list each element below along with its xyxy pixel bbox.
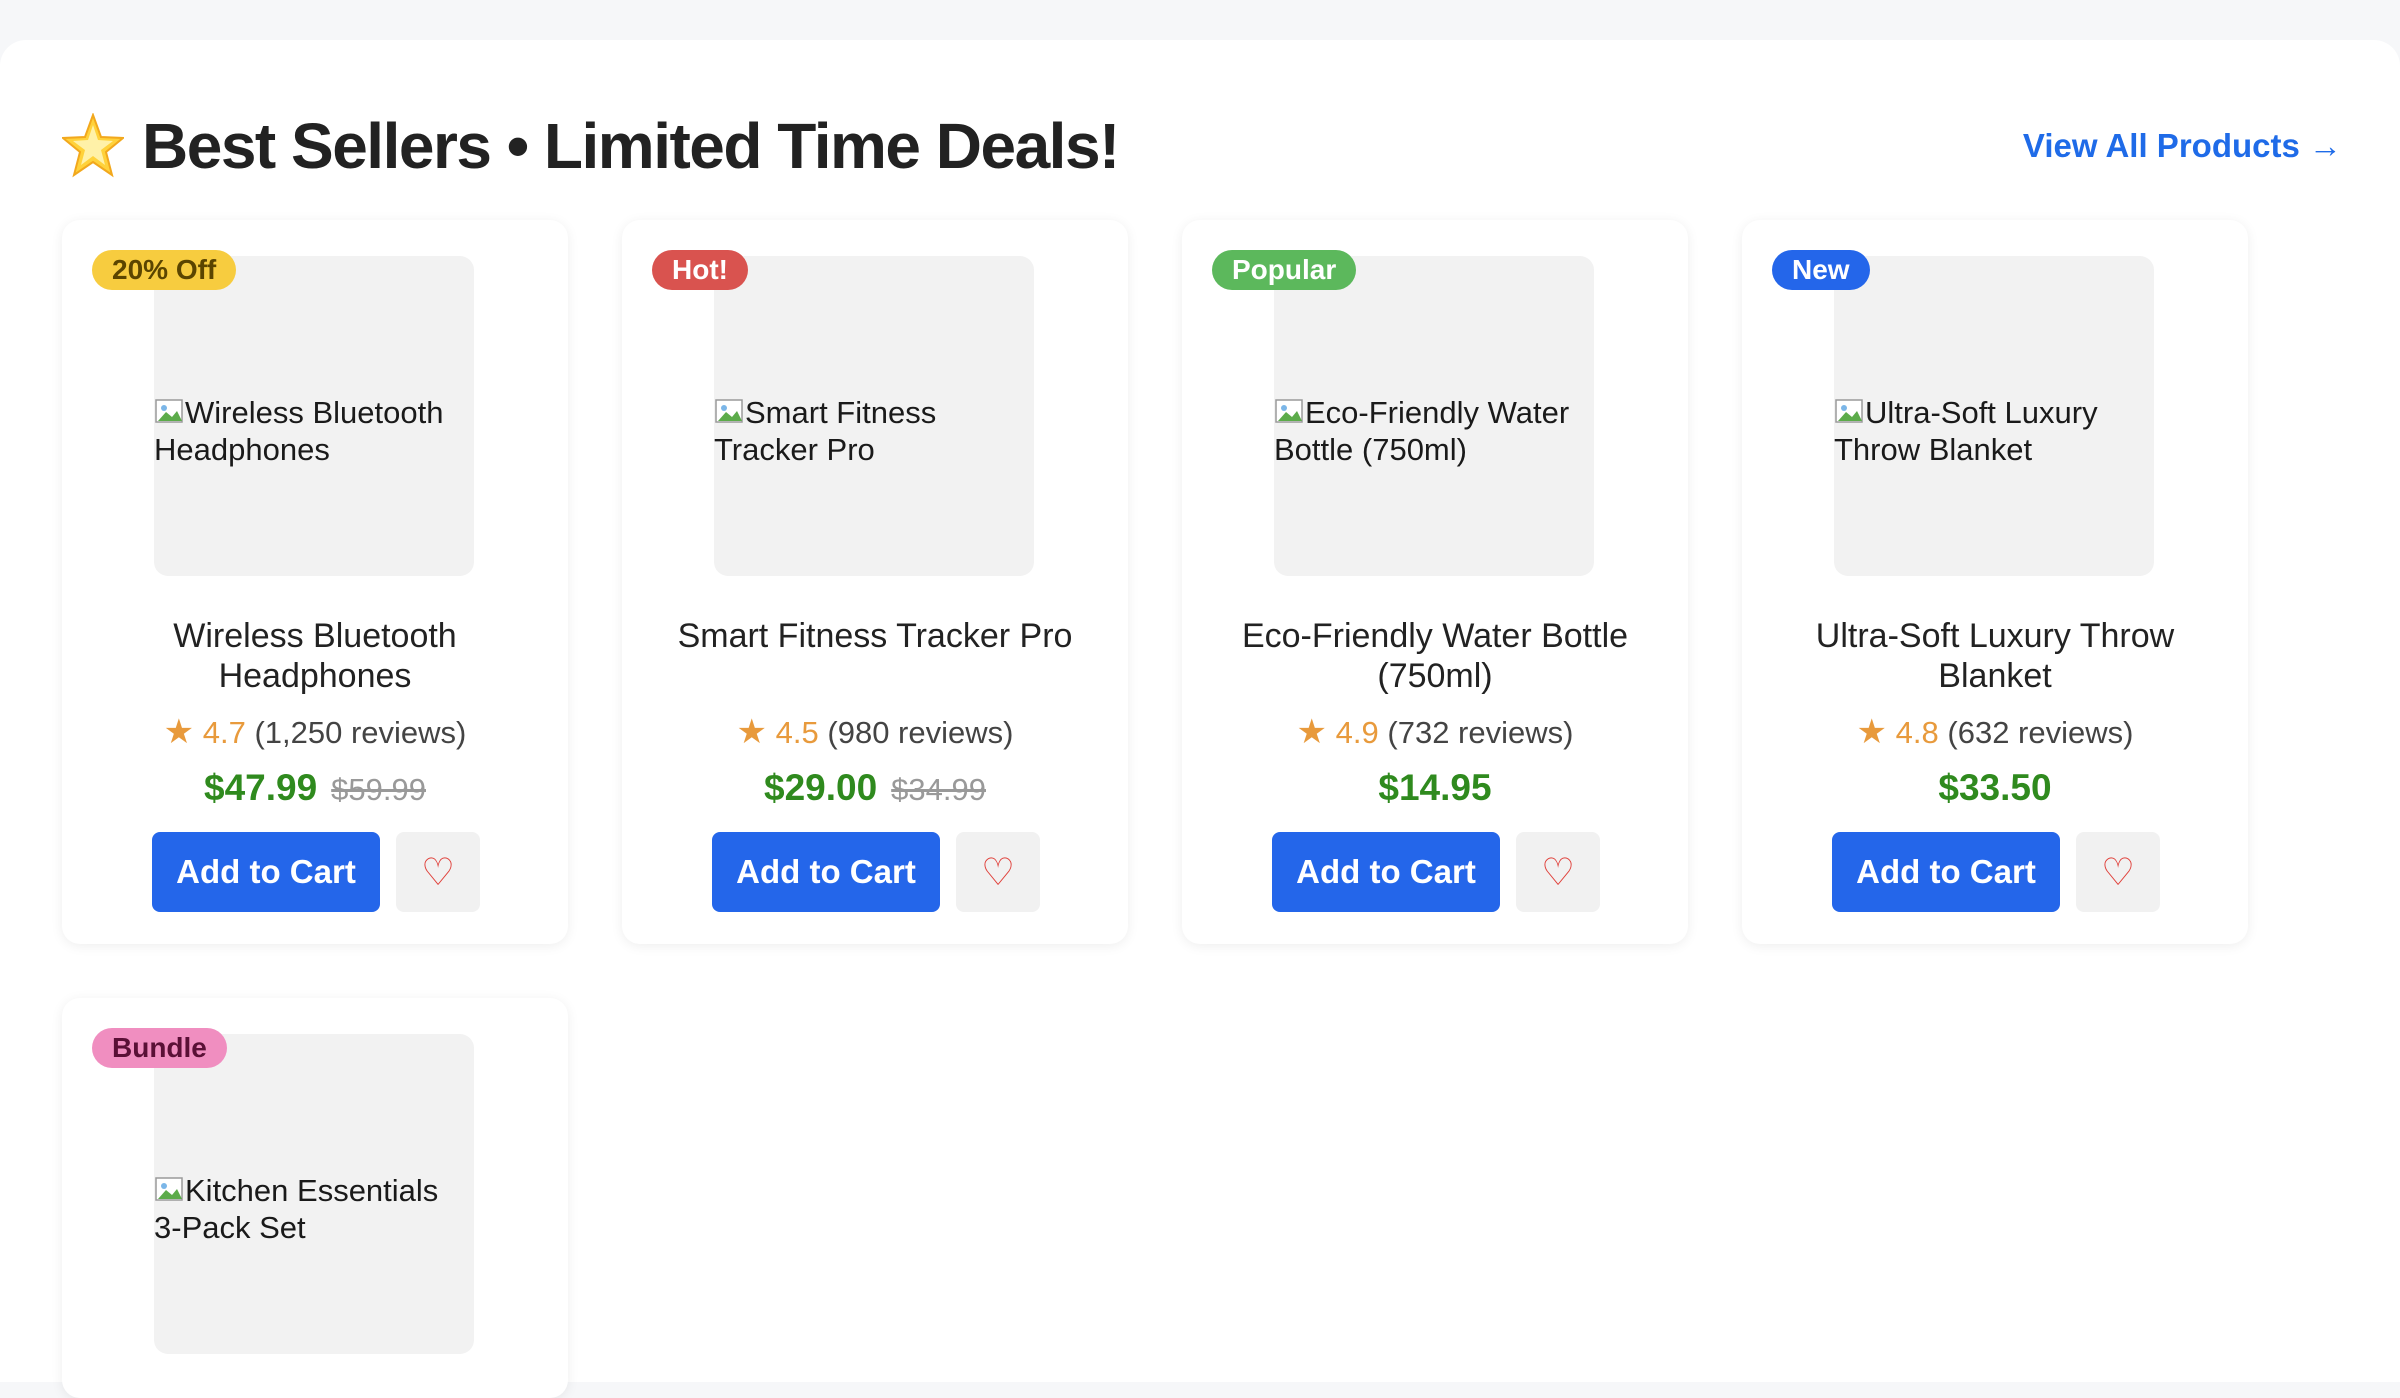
- product-image[interactable]: Smart Fitness Tracker Pro: [714, 256, 1034, 576]
- wishlist-heart-icon[interactable]: ♡: [956, 832, 1040, 912]
- product-image[interactable]: Ultra-Soft Luxury Throw Blanket: [1834, 256, 2154, 576]
- review-count: (980 reviews): [827, 715, 1014, 750]
- image-alt-text: Kitchen Essentials 3-Pack Set: [154, 1173, 439, 1245]
- add-to-cart-button[interactable]: Add to Cart: [1272, 832, 1500, 912]
- broken-image-icon: [1275, 399, 1303, 423]
- current-price: $47.99: [204, 767, 318, 808]
- popular-badge: Popular: [1212, 250, 1357, 290]
- broken-image-icon: [155, 399, 183, 423]
- image-alt-text-wrap: Kitchen Essentials 3-Pack Set: [154, 1172, 474, 1246]
- product-name[interactable]: Ultra-Soft Luxury Throw Blanket: [1762, 616, 2228, 696]
- section-title-wrap: Best Sellers • Limited Time Deals!: [62, 100, 1120, 192]
- image-alt-text-wrap: Wireless Bluetooth Headphones: [154, 394, 474, 468]
- star-icon: ★: [1296, 713, 1328, 751]
- product-rating: ★ 4.5 (980 reviews): [622, 712, 1128, 753]
- price-row: $33.50: [1742, 764, 2248, 820]
- review-count: (1,250 reviews): [254, 715, 467, 750]
- original-price: $59.99: [331, 772, 426, 807]
- product-name[interactable]: Eco-Friendly Water Bottle (750ml): [1202, 616, 1668, 696]
- product-name[interactable]: Wireless Bluetooth Headphones: [82, 616, 548, 696]
- current-price: $29.00: [764, 767, 878, 808]
- product-rating: ★ 4.8 (632 reviews): [1742, 712, 2248, 753]
- wishlist-heart-icon[interactable]: ♡: [396, 832, 480, 912]
- add-to-cart-button[interactable]: Add to Cart: [152, 832, 380, 912]
- image-alt-text: Ultra-Soft Luxury Throw Blanket: [1834, 395, 2098, 467]
- image-alt-text: Smart Fitness Tracker Pro: [714, 395, 937, 467]
- image-alt-text-wrap: Smart Fitness Tracker Pro: [714, 394, 1034, 468]
- section-header: Best Sellers • Limited Time Deals! View …: [62, 100, 2342, 192]
- add-to-cart-button[interactable]: Add to Cart: [1832, 832, 2060, 912]
- product-image[interactable]: Wireless Bluetooth Headphones: [154, 256, 474, 576]
- image-alt-text-wrap: Eco-Friendly Water Bottle (750ml): [1274, 394, 1594, 468]
- rating-score: 4.5: [775, 715, 819, 750]
- broken-image-icon: [1835, 399, 1863, 423]
- star-icon: ★: [1856, 713, 1888, 751]
- review-count: (632 reviews): [1947, 715, 2134, 750]
- product-image[interactable]: Eco-Friendly Water Bottle (750ml): [1274, 256, 1594, 576]
- image-alt-text: Eco-Friendly Water Bottle (750ml): [1274, 395, 1570, 467]
- product-rating: ★ 4.9 (732 reviews): [1182, 712, 1688, 753]
- product-card[interactable]: Eco-Friendly Water Bottle (750ml) Popula…: [1182, 220, 1688, 944]
- broken-image-icon: [715, 399, 743, 423]
- price-row: $29.00 $34.99: [622, 764, 1128, 820]
- new-badge: New: [1772, 250, 1870, 290]
- star-icon: ★: [163, 713, 195, 751]
- page-title: Best Sellers • Limited Time Deals!: [142, 110, 1120, 182]
- broken-image-icon: [155, 1177, 183, 1201]
- product-card[interactable]: Wireless Bluetooth Headphones 20% Off Wi…: [62, 220, 568, 944]
- rating-score: 4.8: [1895, 715, 1939, 750]
- product-card[interactable]: Smart Fitness Tracker Pro Hot! Smart Fit…: [622, 220, 1128, 944]
- price-row: $47.99 $59.99: [62, 764, 568, 820]
- product-card[interactable]: Kitchen Essentials 3-Pack Set Bundle: [62, 998, 568, 1398]
- current-price: $14.95: [1378, 767, 1492, 808]
- image-alt-text: Wireless Bluetooth Headphones: [154, 395, 444, 467]
- product-rating: ★ 4.7 (1,250 reviews): [62, 712, 568, 753]
- current-price: $33.50: [1938, 767, 2052, 808]
- rating-score: 4.7: [202, 715, 246, 750]
- review-count: (732 reviews): [1387, 715, 1574, 750]
- product-card[interactable]: Ultra-Soft Luxury Throw Blanket New Ultr…: [1742, 220, 2248, 944]
- discount-badge: 20% Off: [92, 250, 237, 290]
- glowing-star-icon: [62, 113, 124, 178]
- image-alt-text-wrap: Ultra-Soft Luxury Throw Blanket: [1834, 394, 2154, 468]
- product-name[interactable]: Smart Fitness Tracker Pro: [642, 616, 1108, 656]
- add-to-cart-button[interactable]: Add to Cart: [712, 832, 940, 912]
- original-price: $34.99: [891, 772, 986, 807]
- product-image[interactable]: Kitchen Essentials 3-Pack Set: [154, 1034, 474, 1354]
- star-icon: ★: [736, 713, 768, 751]
- view-all-products-link[interactable]: View All Products →: [2023, 122, 2342, 170]
- wishlist-heart-icon[interactable]: ♡: [1516, 832, 1600, 912]
- wishlist-heart-icon[interactable]: ♡: [2076, 832, 2160, 912]
- hot-badge: Hot!: [652, 250, 748, 290]
- bundle-badge: Bundle: [92, 1028, 227, 1068]
- price-row: $14.95: [1182, 764, 1688, 820]
- rating-score: 4.9: [1335, 715, 1379, 750]
